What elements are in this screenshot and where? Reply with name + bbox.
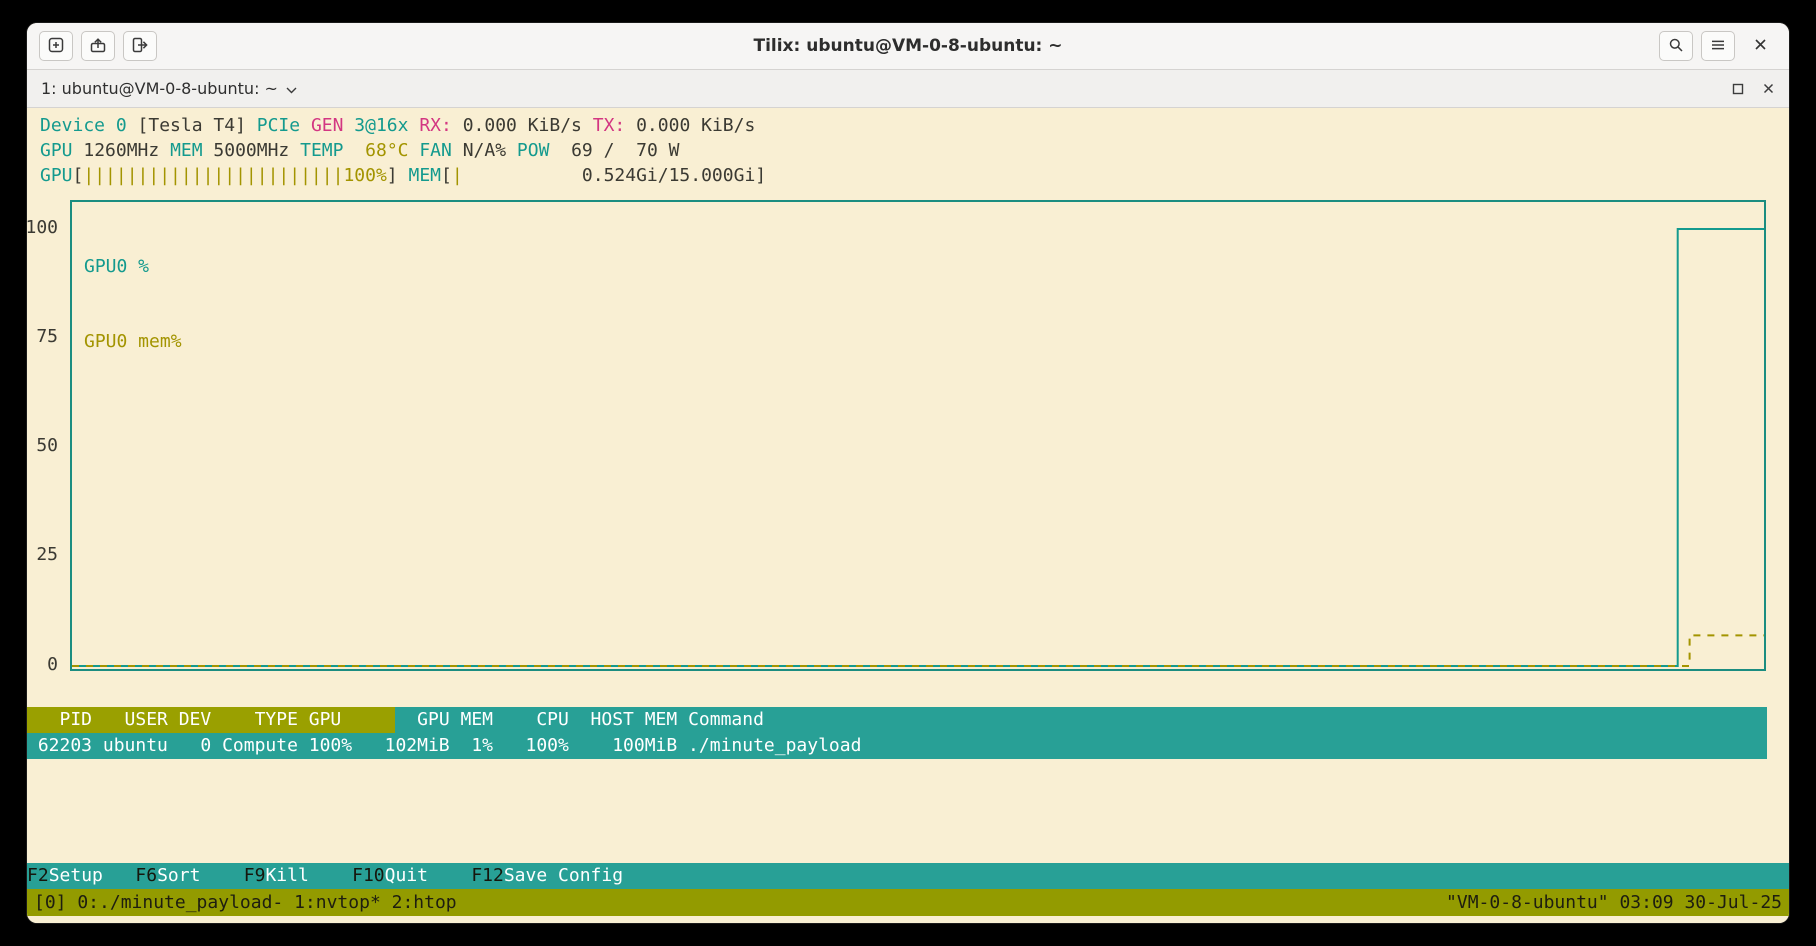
text-segment: [ (73, 165, 84, 186)
text-segment: 0.000 KiB/s (463, 115, 593, 136)
text-segment: 0.524Gi/15.000Gi] (463, 165, 766, 186)
gpu-history-chart: 1007550250 GPU0 % GPU0 mem% (27, 200, 1789, 671)
fkey-key: F2 (27, 863, 49, 889)
fkey-key: F6 (135, 863, 157, 889)
fkey-key: F10 (352, 863, 385, 889)
session-tab-label: 1: ubuntu@VM-0-8-ubuntu: ~ (41, 79, 278, 98)
process-row[interactable]: 62203 ubuntu 0 Compute 100% 102MiB 1% 10… (27, 733, 1767, 759)
tmux-host-and-time: "VM-0-8-ubuntu" 03:09 30-Jul-25 (1446, 889, 1782, 916)
session-tabbar: 1: ubuntu@VM-0-8-ubuntu: ~ (27, 70, 1789, 108)
window-headerbar: Tilix: ubuntu@VM-0-8-ubuntu: ~ (27, 23, 1789, 70)
y-tick-label: 0 (47, 652, 58, 677)
box-arrow-right-icon (132, 37, 148, 56)
fkey-key: F9 (244, 863, 266, 889)
text-segment: ] (387, 165, 409, 186)
fkey-f9[interactable]: F9Kill (244, 863, 352, 889)
terminal-empty-area (27, 759, 1789, 863)
chart-y-axis: 1007550250 (27, 200, 61, 671)
text-segment: TEMP (300, 140, 343, 161)
text-segment: | (452, 165, 463, 186)
chevron-down-icon (286, 79, 297, 98)
tmux-window-list[interactable]: [0] 0:./minute_payload- 1:nvtop* 2:htop (34, 889, 457, 916)
fkey-bar: F2SetupF6SortF9KillF10QuitF12Save Config (27, 863, 1789, 889)
text-segment: GPU (40, 140, 73, 161)
gpu-device-line: Device 0 [Tesla T4] PCIe GEN 3@16x RX: 0… (27, 113, 1789, 138)
session-tab[interactable]: 1: ubuntu@VM-0-8-ubuntu: ~ (41, 79, 297, 98)
text-segment: TX: (593, 115, 636, 136)
fkey-f12[interactable]: F12Save Config (471, 863, 623, 889)
terminal[interactable]: Device 0 [Tesla T4] PCIe GEN 3@16x RX: 0… (27, 108, 1789, 923)
window-title: Tilix: ubuntu@VM-0-8-ubuntu: ~ (753, 36, 1062, 56)
y-tick-label: 100 (27, 215, 58, 240)
plus-square-icon (48, 37, 64, 56)
text-segment: 0.000 KiB/s (636, 115, 755, 136)
maximize-terminal-button[interactable] (1732, 83, 1744, 95)
fkey-key: F12 (471, 863, 504, 889)
fkey-f10[interactable]: F10Quit (352, 863, 471, 889)
text-segment: 3@16x (354, 115, 419, 136)
chart-legend: GPU0 % GPU0 mem% (84, 204, 192, 404)
text-segment: [ (441, 165, 452, 186)
text-segment: Device 0 (40, 115, 127, 136)
text-segment: GEN (311, 115, 354, 136)
split-terminal-down-button[interactable] (123, 31, 157, 61)
text-segment: MEM (170, 140, 203, 161)
text-segment: 69 / 70 W (549, 140, 679, 161)
box-arrow-up-icon (90, 37, 106, 56)
text-segment: GPU MEM CPU HOST MEM Command (395, 707, 763, 733)
fkey-label: Quit (385, 863, 472, 889)
y-tick-label: 25 (36, 542, 58, 567)
chart-series-0 (72, 229, 1764, 666)
fkey-f2[interactable]: F2Setup (27, 863, 135, 889)
text-segment: FAN (419, 140, 452, 161)
text-segment: PCIe (257, 115, 311, 136)
fkey-f6[interactable]: F6Sort (135, 863, 243, 889)
text-segment: ||||||||||||||||||||||||100% (83, 165, 386, 186)
hamburger-icon (1710, 37, 1726, 56)
search-icon (1668, 37, 1684, 56)
fkey-label: Sort (157, 863, 244, 889)
legend-gpu-label: GPU0 % (84, 254, 192, 279)
legend-mem-label: GPU0 mem% (84, 329, 192, 354)
text-segment: [Tesla T4] (127, 115, 257, 136)
close-icon (1753, 37, 1768, 55)
y-tick-label: 50 (36, 433, 58, 458)
text-segment: GPU (40, 165, 73, 186)
new-session-button[interactable] (39, 31, 73, 61)
text-segment: N/A% (452, 140, 517, 161)
gpu-clocks-line: GPU 1260MHz MEM 5000MHz TEMP 68°C FAN N/… (27, 138, 1789, 163)
window-close-button[interactable] (1743, 31, 1777, 61)
y-tick-label: 75 (36, 324, 58, 349)
headerbar-right-actions (1659, 31, 1777, 61)
text-segment: 68°C (343, 140, 419, 161)
text-segment: RX: (419, 115, 462, 136)
fkey-label: Kill (265, 863, 352, 889)
gpu-bars-line: GPU[||||||||||||||||||||||||100%] MEM[| … (27, 163, 1789, 188)
chart-series-svg (72, 202, 1764, 669)
split-terminal-right-button[interactable] (81, 31, 115, 61)
text-segment: 1260MHz (73, 140, 171, 161)
text-segment: POW (517, 140, 550, 161)
search-button[interactable] (1659, 31, 1693, 61)
process-table-header: PID USER DEV TYPE GPU GPU MEM CPU HOST M… (27, 707, 1767, 733)
menu-button[interactable] (1701, 31, 1735, 61)
text-segment: 5000MHz (203, 140, 301, 161)
text-segment: MEM (408, 165, 441, 186)
tab-actions (1732, 82, 1775, 95)
chart-series-1 (72, 635, 1764, 666)
chart-plot-area: GPU0 % GPU0 mem% (70, 200, 1766, 671)
fkey-label: Setup (49, 863, 136, 889)
headerbar-left-actions (39, 31, 157, 61)
tilix-window: Tilix: ubuntu@VM-0-8-ubuntu: ~ 1: ubunt (27, 23, 1789, 923)
tmux-status-bar: [0] 0:./minute_payload- 1:nvtop* 2:htop … (27, 889, 1789, 916)
text-segment: PID USER DEV TYPE GPU (27, 707, 395, 733)
close-terminal-button[interactable] (1762, 82, 1775, 95)
fkey-label: Save Config (504, 863, 623, 889)
